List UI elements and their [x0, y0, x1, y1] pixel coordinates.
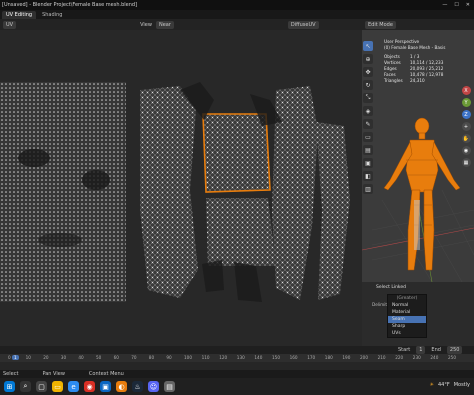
app-icon[interactable]: ▤ [164, 381, 175, 392]
weather-icon: ☀ [429, 382, 434, 388]
minimize-button[interactable]: — [442, 2, 447, 8]
status-context: Context Menu [88, 371, 124, 377]
file-explorer-icon[interactable]: ▭ [52, 381, 63, 392]
task-view-icon[interactable]: ▢ [36, 381, 47, 392]
select-linked-title[interactable]: Select Linked [376, 285, 406, 290]
3d-viewport[interactable]: User Perspective (0) Female Base Mesh - … [362, 30, 474, 282]
start-label: Start [398, 347, 411, 353]
current-frame-indicator[interactable]: 1 [12, 355, 19, 360]
discord-icon[interactable]: ☺ [148, 381, 159, 392]
uv-island-selected [202, 113, 271, 193]
blender-icon[interactable]: ◐ [116, 381, 127, 392]
timeline-tick: 100 [184, 355, 192, 360]
uv-view-menu[interactable]: View [140, 22, 152, 28]
store-icon[interactable]: ▣ [100, 381, 111, 392]
delimit-label: Delimit [372, 302, 388, 307]
timeline-tick: 10 [25, 355, 31, 360]
timeline-tick: 30 [60, 355, 67, 360]
window-title: [Unsaved] - Blender Project\Female Base … [2, 2, 138, 8]
timeline-tick: 150 [272, 355, 280, 360]
status-select: Select [3, 371, 19, 377]
timeline-tick: 90 [166, 355, 172, 360]
timeline-tick: 80 [148, 355, 155, 360]
mesh-render-svg [362, 117, 474, 282]
timeline-ruler[interactable]: 0 10 20 30 40 50 60 70 80 90 100 110 120 130 140 150 160… [0, 354, 474, 362]
start-icon[interactable]: ⊞ [4, 381, 15, 392]
pan-hand-icon[interactable]: ✋ [461, 134, 471, 143]
system-tray: ☀ 44°F Mostly [429, 382, 470, 388]
axis-y-icon[interactable]: Y [461, 98, 471, 107]
menu-item-normal[interactable]: Normal [388, 302, 426, 309]
timeline-tick: 60 [113, 355, 119, 360]
start-frame-field[interactable]: 1 [416, 346, 426, 354]
timeline-tick: 170 [307, 355, 316, 360]
timeline-tick: 250 [448, 355, 456, 360]
delimit-menu: (Greater) Normal Material Seam Sharp UVs [387, 294, 427, 338]
timeline-tick: 160 [289, 355, 298, 360]
menu-item-material[interactable]: Material [388, 309, 426, 316]
timeline-tick: 40 [78, 355, 84, 360]
camera-icon[interactable]: ◉ [461, 146, 471, 155]
close-button[interactable]: ✕ [466, 2, 470, 8]
viewport-header: Edit Mode [362, 19, 474, 30]
grid-icon[interactable]: ▦ [461, 158, 471, 167]
weather-temp: 44°F [437, 382, 450, 388]
timeline-keys[interactable] [0, 362, 474, 370]
tab-uv-editing[interactable]: UV Editing [2, 10, 37, 19]
windows-taskbar: ⊞ ⌕ ▢ ▭ e ◉ ▣ ◐ ♨ ☺ ▤ ☀ 44°F Mostly [0, 378, 474, 395]
end-label: End [431, 347, 441, 353]
uv-editor-header: UV View Near DiffuseUV [0, 19, 362, 30]
menu-header: (Greater) [396, 296, 418, 301]
image-select[interactable]: DiffuseUV [287, 20, 319, 29]
axis-z-icon[interactable]: Z [461, 110, 471, 119]
status-bar: Select Pan View Context Menu [0, 370, 474, 378]
workspace-tabs: UV Editing Shading [0, 10, 474, 19]
timeline-tick: 50 [96, 355, 102, 360]
uv-editor-canvas[interactable] [0, 30, 362, 346]
timeline-tick: 200 [360, 355, 368, 360]
near-select[interactable]: Near [155, 20, 174, 29]
timeline-tick: 110 [201, 355, 210, 360]
end-frame-field[interactable]: 250 [446, 346, 463, 354]
timeline-tick: 130 [236, 355, 245, 360]
search-icon[interactable]: ⌕ [20, 381, 31, 392]
timeline-header: Start 1 End 250 [0, 346, 474, 354]
axis-x-icon[interactable]: X [461, 86, 471, 95]
timeline-tick: 220 [395, 355, 404, 360]
weather-desc: Mostly [453, 382, 470, 388]
menu-item-sharp[interactable]: Sharp [388, 323, 426, 330]
timeline-tick: 190 [342, 355, 351, 360]
chrome-icon[interactable]: ◉ [84, 381, 95, 392]
timeline-tick: 20 [43, 355, 49, 360]
uv-island-arm [316, 122, 350, 300]
status-pan: Pan View [42, 371, 65, 377]
uv-mode-select[interactable]: UV [3, 20, 17, 29]
edit-mode-select[interactable]: Edit Mode [365, 20, 396, 29]
timeline-tick: 0 [8, 355, 11, 360]
timeline-tick: 140 [254, 355, 263, 360]
menu-item-uvs[interactable]: UVs [388, 330, 426, 337]
steam-icon[interactable]: ♨ [132, 381, 143, 392]
uv-island-lower [206, 198, 276, 266]
navigation-gizmo: X Y Z + ✋ ◉ ▦ [460, 86, 472, 167]
timeline-tick: 180 [324, 355, 333, 360]
tab-shading[interactable]: Shading [38, 11, 66, 19]
timeline-tick: 70 [131, 355, 137, 360]
menu-item-seam[interactable]: Seam [388, 316, 426, 323]
uv-layout-svg [0, 82, 350, 302]
uv-island-torso-back [140, 86, 198, 298]
timeline: Start 1 End 250 0 10 20 30 40 50 60 70 80 90 100 11… [0, 346, 474, 370]
operator-panel: Select Linked Delimit (Greater) Normal M… [362, 282, 474, 346]
maximize-button[interactable]: ☐ [454, 2, 458, 8]
zoom-icon[interactable]: + [461, 122, 471, 131]
timeline-tick: 210 [377, 355, 386, 360]
timeline-tick: 120 [219, 355, 228, 360]
window-titlebar: [Unsaved] - Blender Project\Female Base … [0, 0, 474, 10]
timeline-tick: 230 [412, 355, 421, 360]
timeline-tick: 240 [430, 355, 439, 360]
edge-icon[interactable]: e [68, 381, 79, 392]
